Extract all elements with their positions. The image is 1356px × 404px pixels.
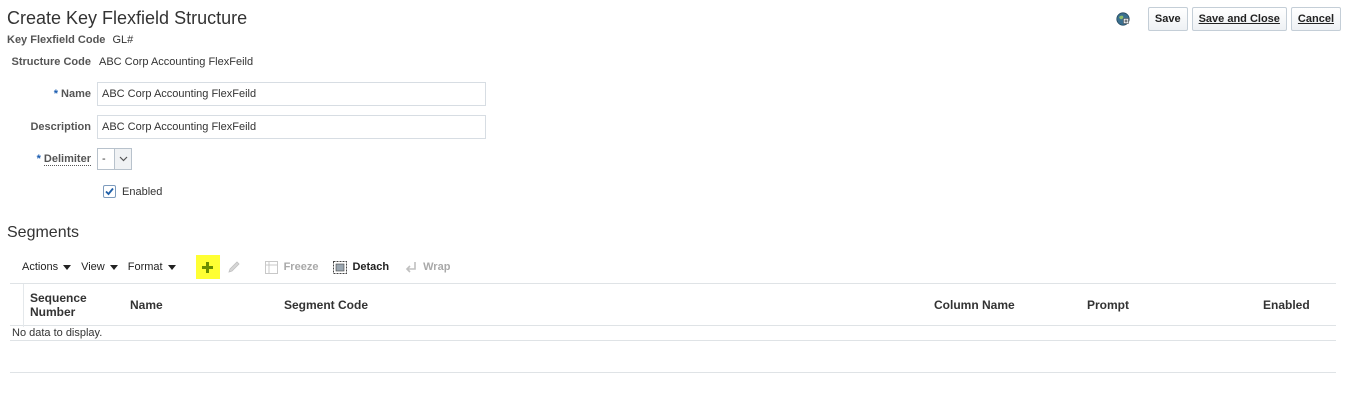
wrap-button[interactable]: Wrap bbox=[403, 259, 450, 275]
column-header-segment-code[interactable]: Segment Code bbox=[284, 298, 368, 312]
name-label-text: Name bbox=[61, 88, 91, 100]
enabled-checkbox[interactable] bbox=[103, 185, 116, 198]
chevron-down-icon[interactable] bbox=[114, 149, 131, 169]
save-and-close-button[interactable]: Save and Close bbox=[1191, 7, 1287, 31]
plus-icon bbox=[202, 261, 214, 273]
detach-icon bbox=[332, 259, 348, 275]
globe-icon[interactable] bbox=[1116, 12, 1130, 26]
caret-down-icon bbox=[63, 264, 72, 270]
freeze-button[interactable]: Freeze bbox=[264, 259, 319, 275]
description-label: Description bbox=[0, 121, 97, 133]
column-header-column-name[interactable]: Column Name bbox=[934, 298, 1015, 312]
actions-menu[interactable]: Actions bbox=[22, 261, 72, 273]
detach-label: Detach bbox=[352, 261, 390, 273]
column-header-sequence-number[interactable]: Sequence Number bbox=[30, 291, 87, 319]
column-header-sequence-line2: Number bbox=[30, 305, 76, 319]
table-divider bbox=[10, 340, 1336, 341]
view-menu[interactable]: View bbox=[81, 261, 118, 273]
column-header-name[interactable]: Name bbox=[130, 298, 163, 312]
description-input[interactable] bbox=[97, 115, 486, 139]
segments-toolbar: Actions View Format Freeze Detach Wrap bbox=[22, 255, 464, 279]
caret-down-icon bbox=[167, 264, 176, 270]
empty-table-message: No data to display. bbox=[12, 327, 103, 339]
key-flexfield-code: Key Flexfield Code GL# bbox=[7, 34, 133, 46]
save-and-close-label: Save and Close bbox=[1198, 13, 1280, 25]
description-row: Description bbox=[0, 115, 486, 139]
delimiter-label: * Delimiter bbox=[0, 153, 97, 166]
page-title: Create Key Flexfield Structure bbox=[7, 8, 248, 28]
description-label-text: Description bbox=[30, 121, 91, 133]
name-label: * Name bbox=[0, 88, 97, 100]
segments-section-title: Segments bbox=[7, 224, 80, 241]
caret-down-icon bbox=[109, 264, 118, 270]
wrap-label: Wrap bbox=[423, 261, 451, 273]
key-flexfield-code-value: GL# bbox=[112, 34, 134, 46]
key-flexfield-code-label: Key Flexfield Code bbox=[7, 34, 106, 46]
required-indicator: * bbox=[36, 153, 41, 165]
structure-code-row: Structure Code ABC Corp Accounting FlexF… bbox=[0, 56, 254, 68]
structure-code-value: ABC Corp Accounting FlexFeild bbox=[99, 56, 254, 68]
add-row-button[interactable] bbox=[195, 255, 220, 279]
format-menu[interactable]: Format bbox=[128, 261, 176, 273]
column-header-prompt[interactable]: Prompt bbox=[1087, 298, 1129, 312]
delimiter-value: - bbox=[102, 153, 106, 165]
table-header: Sequence Number Name Segment Code Column… bbox=[10, 283, 1336, 327]
delimiter-select[interactable]: - bbox=[97, 148, 132, 170]
format-menu-label: Format bbox=[127, 261, 163, 273]
required-indicator: * bbox=[53, 88, 59, 100]
name-input[interactable] bbox=[97, 82, 486, 106]
edit-pencil-icon[interactable] bbox=[226, 259, 242, 275]
actions-menu-label: Actions bbox=[22, 261, 59, 273]
freeze-label: Freeze bbox=[283, 261, 319, 273]
delimiter-row: * Delimiter - bbox=[0, 148, 132, 170]
enabled-label: Enabled bbox=[122, 185, 163, 198]
page-actions: Save Save and Close Cancel bbox=[1116, 7, 1341, 31]
name-row: * Name bbox=[0, 82, 486, 106]
cancel-label: Cancel bbox=[1297, 13, 1334, 25]
save-button[interactable]: Save bbox=[1147, 7, 1188, 31]
freeze-icon bbox=[264, 259, 280, 275]
checkmark-icon bbox=[105, 187, 114, 196]
view-menu-label: View bbox=[81, 261, 105, 273]
table-footer-divider bbox=[10, 372, 1336, 373]
wrap-icon bbox=[403, 259, 419, 275]
structure-code-label-text: Structure Code bbox=[11, 56, 91, 68]
column-header-enabled[interactable]: Enabled bbox=[1263, 298, 1310, 312]
cancel-button[interactable]: Cancel bbox=[1290, 7, 1341, 31]
delimiter-label-text: Delimiter bbox=[43, 153, 91, 166]
enabled-row: Enabled bbox=[103, 185, 162, 198]
segments-table: Sequence Number Name Segment Code Column… bbox=[10, 283, 1336, 341]
detach-button[interactable]: Detach bbox=[332, 259, 389, 275]
column-header-sequence-line1: Sequence bbox=[30, 291, 87, 305]
row-selector-column bbox=[10, 284, 24, 327]
structure-code-label: Structure Code bbox=[0, 56, 97, 68]
